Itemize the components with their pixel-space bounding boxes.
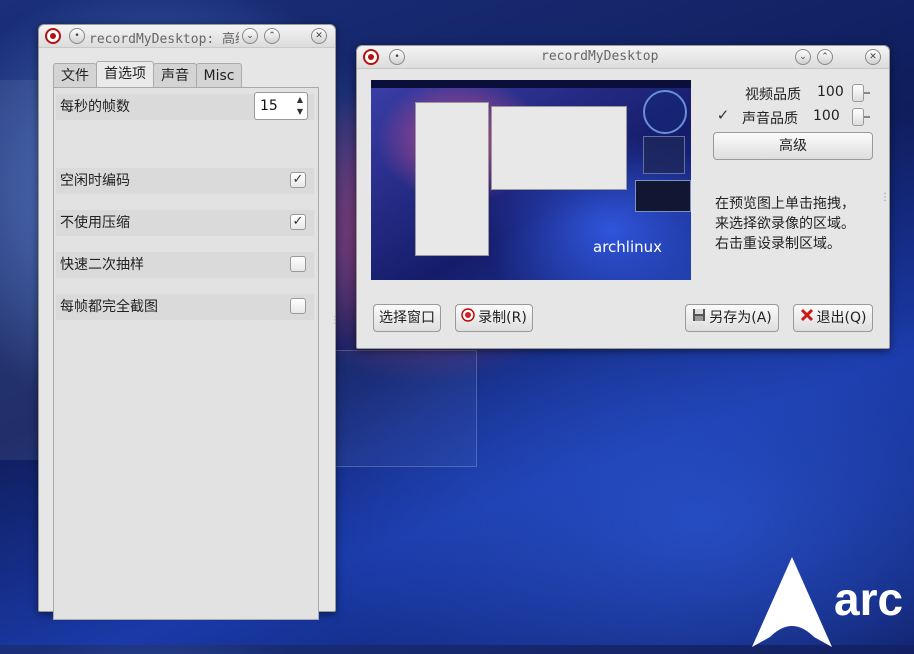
preview-panel-bar bbox=[371, 80, 691, 88]
prefs-titlebar[interactable]: • recordMyDesktop: 高级 ⌄ ⌃ ✕ bbox=[39, 25, 335, 48]
audio-quality-label: 声音品质 bbox=[742, 111, 798, 127]
record-button-label: 录制(R) bbox=[478, 310, 527, 326]
minimize-button[interactable]: ⌄ bbox=[242, 28, 258, 44]
tab-sound[interactable]: 声音 bbox=[153, 63, 197, 87]
audio-quality-slider[interactable] bbox=[852, 108, 864, 126]
fps-label: 每秒的帧数 bbox=[60, 99, 130, 115]
option-label: 快速二次抽样 bbox=[60, 257, 144, 273]
main-titlebar[interactable]: • recordMyDesktop ⌄ ⌃ ✕ bbox=[357, 46, 889, 69]
close-button[interactable]: ✕ bbox=[865, 49, 881, 65]
tab-misc[interactable]: Misc bbox=[196, 63, 242, 87]
main-window: • recordMyDesktop ⌄ ⌃ ✕ archlinux 视频品质 1… bbox=[356, 45, 890, 349]
resize-grip[interactable]: ⋮ bbox=[880, 192, 890, 203]
app-icon[interactable] bbox=[363, 49, 379, 65]
option-encode-idle[interactable]: 空闲时编码 ✓ bbox=[56, 168, 314, 194]
option-no-compression[interactable]: 不使用压缩 ✓ bbox=[56, 210, 314, 236]
full-shots-checkbox[interactable] bbox=[290, 298, 306, 314]
no-compression-checkbox[interactable]: ✓ bbox=[290, 214, 306, 230]
quit-button-label: 退出(Q) bbox=[816, 310, 867, 326]
audio-quality-value: 100 bbox=[813, 108, 840, 124]
advanced-button[interactable]: 高级 bbox=[713, 132, 873, 160]
close-button[interactable]: ✕ bbox=[311, 28, 327, 44]
record-icon bbox=[461, 305, 475, 331]
tab-file[interactable]: 文件 bbox=[53, 63, 97, 87]
window-menu-button[interactable]: • bbox=[389, 49, 405, 65]
hint-line: 在预览图上单击拖拽， bbox=[715, 196, 855, 212]
fps-spinner[interactable]: 15 ▲ ▼ bbox=[254, 92, 308, 120]
video-quality-value: 100 bbox=[817, 84, 844, 100]
arch-logo-text: arc bbox=[834, 573, 903, 625]
audio-enable-checkbox[interactable]: ✓ bbox=[715, 108, 731, 124]
fps-row: 每秒的帧数 15 ▲ ▼ bbox=[56, 92, 314, 120]
save-as-button-label: 另存为(A) bbox=[709, 310, 772, 326]
window-menu-button[interactable]: • bbox=[69, 28, 85, 44]
encode-idle-checkbox[interactable]: ✓ bbox=[290, 172, 306, 188]
preview-hint: 在预览图上单击拖拽， 来选择欲录像的区域。 右击重设录制区域。 bbox=[715, 194, 885, 254]
preview-arch-logo: archlinux bbox=[593, 238, 663, 256]
spinner-arrows[interactable]: ▲ ▼ bbox=[294, 94, 306, 118]
maximize-button[interactable]: ⌃ bbox=[264, 28, 280, 44]
audio-quality-track[interactable] bbox=[864, 116, 870, 118]
maximize-button[interactable]: ⌃ bbox=[817, 49, 833, 65]
preview-mail-icon bbox=[643, 136, 685, 174]
quit-button[interactable]: 退出(Q) bbox=[793, 304, 873, 332]
spinner-down-icon[interactable]: ▼ bbox=[294, 106, 306, 118]
video-quality-track[interactable] bbox=[864, 92, 870, 94]
resize-grip[interactable]: ⋮ bbox=[330, 315, 340, 326]
fps-value[interactable]: 15 bbox=[260, 93, 278, 119]
save-as-button[interactable]: 另存为(A) bbox=[685, 304, 779, 332]
prefs-window-title: recordMyDesktop: 高级 bbox=[89, 32, 239, 47]
preview-clock-icon bbox=[643, 90, 687, 134]
video-quality-slider[interactable] bbox=[852, 84, 864, 102]
main-window-title: recordMyDesktop bbox=[541, 49, 659, 64]
prefs-window: • recordMyDesktop: 高级 ⌄ ⌃ ✕ 文件 首选项 声音 Mi… bbox=[38, 24, 340, 620]
option-label: 每帧都完全截图 bbox=[60, 299, 158, 315]
preview-graph-icon bbox=[635, 180, 691, 212]
option-quick-subsampling[interactable]: 快速二次抽样 bbox=[56, 252, 314, 278]
arch-logo: arc bbox=[750, 555, 914, 650]
video-quality-label: 视频品质 bbox=[745, 87, 801, 103]
tab-preferences[interactable]: 首选项 bbox=[96, 61, 154, 87]
record-button[interactable]: 录制(R) bbox=[455, 304, 533, 332]
preview-window bbox=[415, 102, 489, 256]
desktop-streak bbox=[0, 80, 40, 460]
hint-line: 来选择欲录像的区域。 bbox=[715, 216, 855, 232]
desktop-streak bbox=[335, 350, 477, 467]
quit-icon bbox=[800, 305, 814, 331]
save-icon bbox=[692, 305, 706, 331]
option-label: 不使用压缩 bbox=[60, 215, 130, 231]
spinner-up-icon[interactable]: ▲ bbox=[294, 94, 306, 106]
minimize-button[interactable]: ⌄ bbox=[795, 49, 811, 65]
prefs-panel: 每秒的帧数 15 ▲ ▼ 空闲时编码 ✓ 不使用压缩 ✓ 快速二次抽样 每帧都完… bbox=[53, 87, 319, 620]
app-icon[interactable] bbox=[45, 28, 61, 44]
option-full-shots[interactable]: 每帧都完全截图 bbox=[56, 294, 314, 320]
hint-line: 右击重设录制区域。 bbox=[715, 236, 841, 252]
quick-subsampling-checkbox[interactable] bbox=[290, 256, 306, 272]
desktop-preview[interactable]: archlinux bbox=[371, 80, 691, 280]
preview-window bbox=[491, 106, 627, 190]
select-window-button[interactable]: 选择窗口 bbox=[373, 304, 441, 332]
option-label: 空闲时编码 bbox=[60, 173, 130, 189]
